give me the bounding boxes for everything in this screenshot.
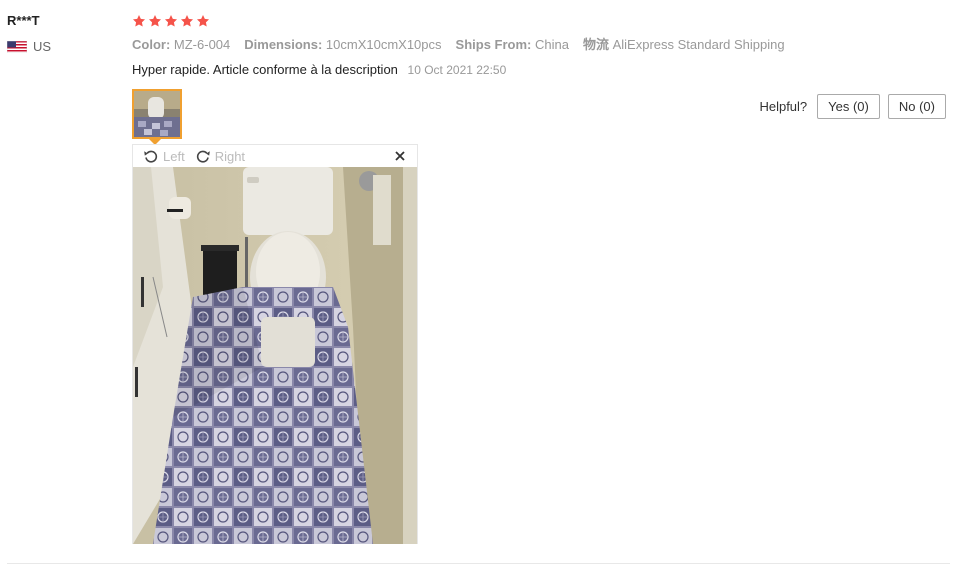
review-date: 10 Oct 2021 22:50: [407, 63, 507, 77]
reviewer-name: R***T: [7, 13, 40, 28]
review-body: Hyper rapide. Article conforme à la desc…: [132, 61, 952, 79]
product-attributes: Color: MZ-6-004 Dimensions: 10cmX10cmX10…: [132, 36, 952, 54]
rotate-right-button[interactable]: Right: [195, 148, 245, 164]
star-icon: [196, 15, 210, 27]
rotate-right-icon: [196, 150, 210, 163]
rotate-right-label: Right: [214, 148, 246, 164]
thumbnail-image: [134, 91, 180, 137]
review-text: Hyper rapide. Article conforme à la desc…: [132, 62, 398, 77]
attribute-dimensions: Dimensions: 10cmX10cmX10pcs: [244, 37, 442, 52]
reviewer-country: US: [7, 39, 117, 55]
review-item: R***T US Color: MZ-6-004 Dimensions: 10c…: [0, 0, 962, 566]
review-photo-thumbnail[interactable]: [132, 89, 182, 139]
star-icon: [148, 15, 162, 27]
star-icon: [132, 15, 146, 27]
reviewer-info: R***T US: [7, 12, 117, 55]
helpful-yes-button[interactable]: Yes (0): [817, 94, 880, 119]
rotate-left-button[interactable]: Left: [143, 148, 185, 164]
review-content: Color: MZ-6-004 Dimensions: 10cmX10cmX10…: [132, 12, 952, 145]
photo-viewer: Left Right: [132, 144, 418, 544]
viewer-toolbar: Left Right: [133, 145, 417, 167]
review-photo: [133, 167, 417, 544]
helpful-votes: Helpful? Yes (0) No (0): [759, 94, 946, 119]
attribute-ships-from: Ships From: China: [455, 37, 569, 52]
review-divider: [7, 563, 950, 564]
attribute-color: Color: MZ-6-004: [132, 37, 231, 52]
us-flag-icon: [7, 41, 27, 53]
rotate-left-label: Left: [163, 148, 185, 164]
helpful-no-button[interactable]: No (0): [887, 94, 946, 119]
bathroom-photo: [133, 167, 417, 544]
attribute-logistics: 物流 AliExpress Standard Shipping: [582, 37, 785, 52]
rotate-left-icon: [144, 150, 158, 163]
star-rating: [132, 12, 952, 30]
star-icon: [164, 15, 178, 27]
star-icon: [180, 15, 194, 27]
helpful-label: Helpful?: [759, 99, 808, 114]
close-icon[interactable]: [393, 149, 407, 163]
country-code: US: [33, 39, 52, 54]
